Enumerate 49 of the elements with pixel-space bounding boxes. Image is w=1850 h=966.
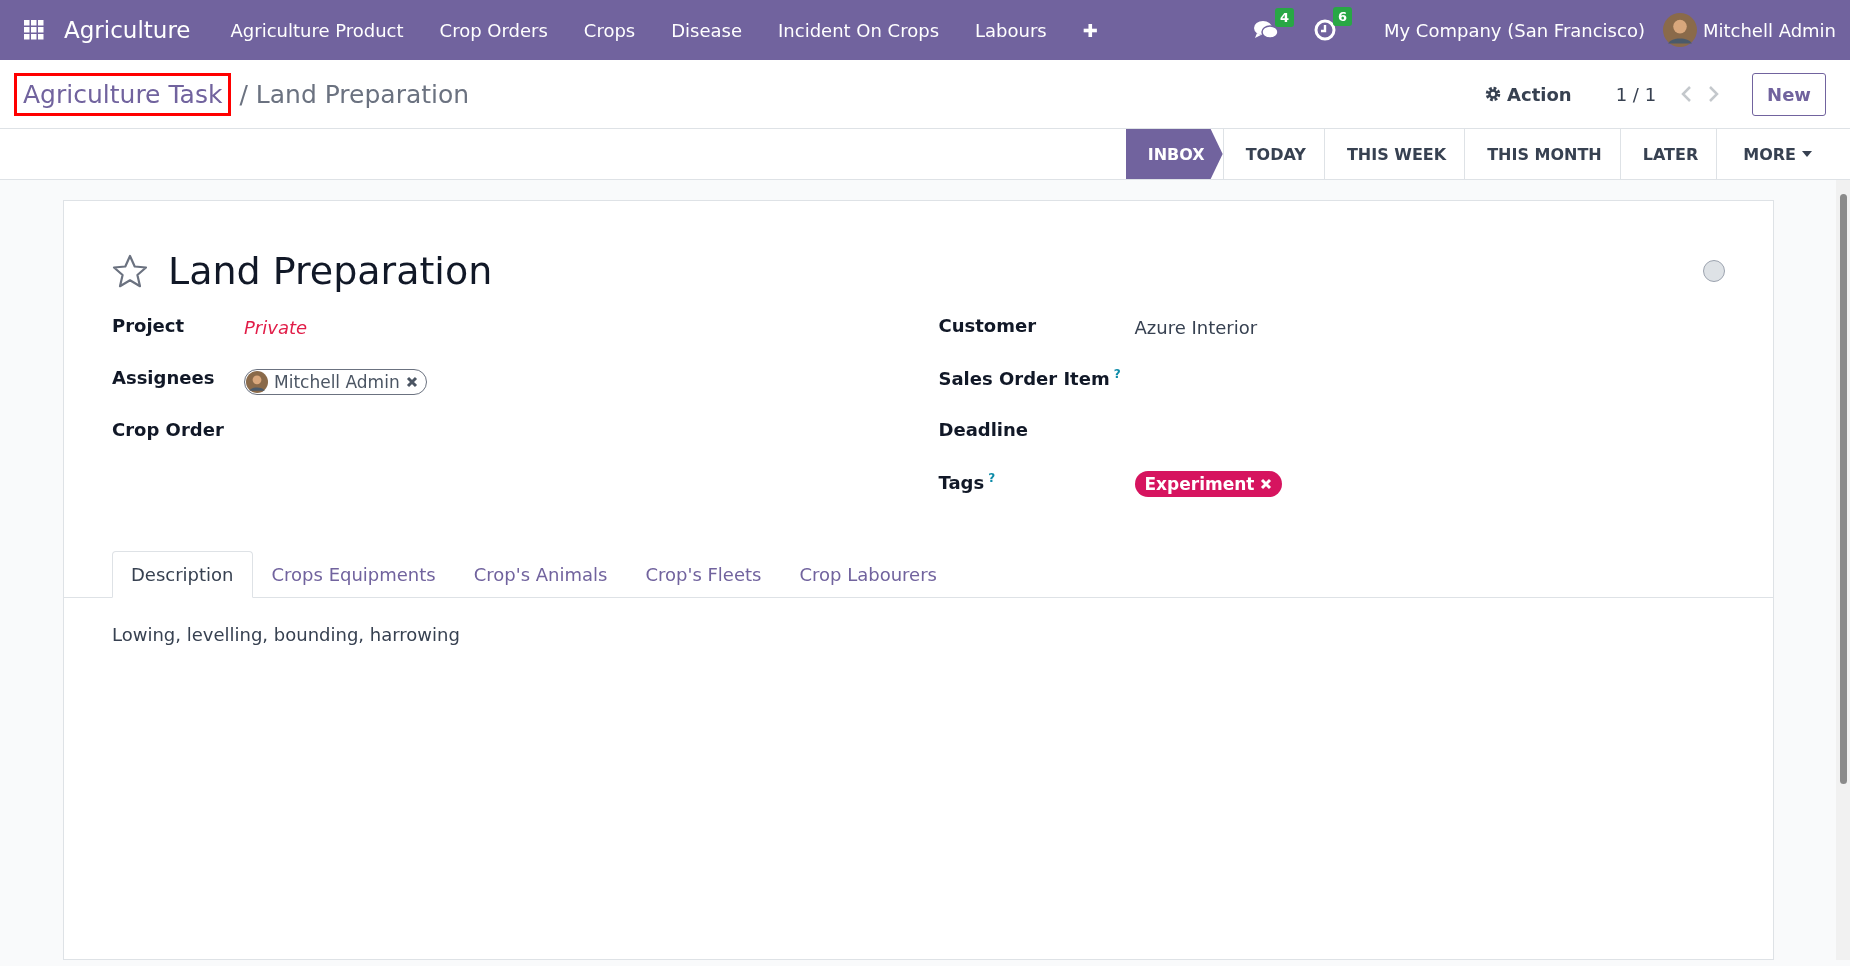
clock-icon[interactable] [1313,19,1336,41]
scrollbar[interactable] [1836,180,1850,960]
menu-item[interactable]: Crop Orders [421,19,566,41]
field-value[interactable]: Azure Interior [1134,317,1258,338]
avatar-icon [246,371,268,393]
description-text: Lowing, levelling, bounding, harrowing [111,623,461,647]
field-label: Crop Order [112,419,225,440]
count-badge: 4 [1274,8,1294,27]
menu-item[interactable]: Disease [653,19,760,41]
action-menu[interactable]: Action [1485,83,1572,105]
field-value[interactable]: Private [244,317,308,338]
pager-value: 1 / 1 [1615,83,1657,105]
breadcrumb-separator: / [239,79,248,109]
star-icon[interactable] [112,254,148,288]
more-dropdown[interactable]: MORE [1717,129,1812,179]
new-button[interactable]: New [1752,72,1826,116]
field-label: Sales Order Item $^{?}$ [938,367,1122,389]
menu-item[interactable]: Incident On Crops [760,19,957,41]
field-label: Assignees [112,367,216,388]
caret-icon [1802,151,1812,157]
field-label: Deadline [938,419,1030,440]
apps-menu-icon[interactable] [24,20,44,40]
status-dot[interactable] [1703,260,1725,282]
menu-item[interactable]: ✚ [1064,19,1116,41]
notebook-tab[interactable]: Crop's Animals [454,551,627,598]
user-menu[interactable]: Mitchell Admin [1702,19,1836,41]
notebook-tab[interactable]: Crop Labourers [780,551,956,598]
app-name[interactable]: Agriculture [64,17,191,43]
notebook-tab[interactable]: Crop's Fleets [626,551,781,598]
gear-icon [1485,86,1502,102]
menu-item[interactable]: Labours [957,19,1065,41]
count-badge: 6 [1332,7,1352,26]
avatar-icon [1662,13,1697,47]
scrollbar-thumb[interactable] [1840,194,1847,784]
remove-icon[interactable] [405,376,418,388]
field-label: Customer [938,315,1038,336]
stage-button[interactable]: INBOX [1125,129,1223,179]
breadcrumb-link[interactable]: Agriculture Task [14,72,232,116]
field-label: Project [112,315,186,336]
chat-icon[interactable] [1253,20,1278,40]
menu-item[interactable]: Agriculture Product [212,19,422,41]
field-label: Tags $^{?}$ [938,471,997,493]
company-switcher[interactable]: My Company (San Francisco) [1383,19,1645,41]
menu-item[interactable]: Crops [565,19,654,41]
notebook-tab[interactable]: Crops Equipments [252,551,455,598]
breadcrumb-current: Land Preparation [255,79,470,109]
record-title: Land Preparation [168,249,493,293]
notebook-tab[interactable]: Description [112,551,253,598]
tag-badge[interactable]: Experiment [1134,471,1283,497]
